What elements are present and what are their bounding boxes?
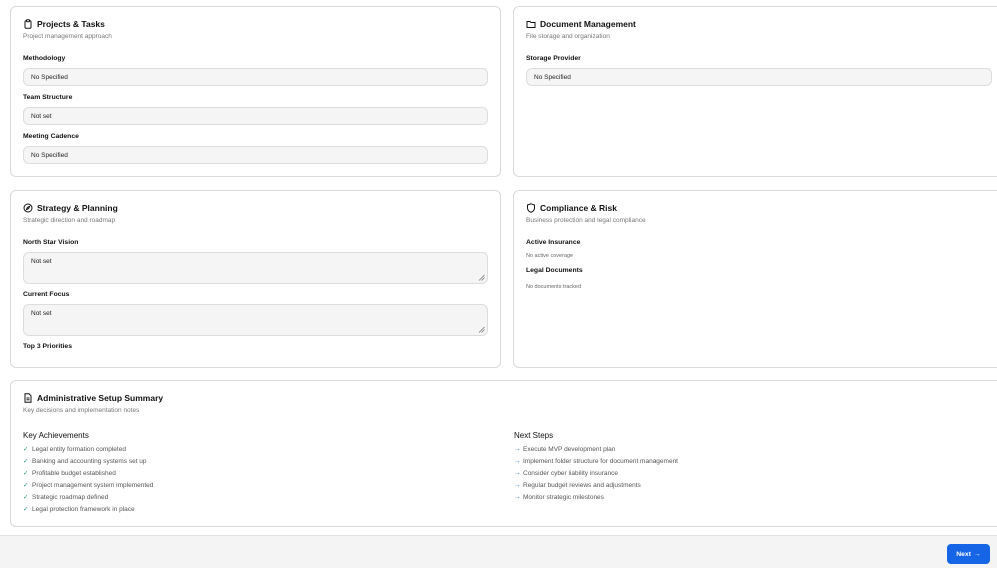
setup-summary-subtitle: Key decisions and implementation notes	[23, 407, 140, 414]
next-button-label: Next	[956, 550, 971, 558]
arrow-right-icon: →	[514, 445, 521, 453]
arrow-right-icon: →	[514, 457, 521, 465]
document-management-card: Document Management File storage and org…	[513, 6, 997, 177]
next-step-item: → Regular budget reviews and adjustments	[514, 479, 678, 491]
legal-documents-label: Legal Documents	[526, 267, 583, 274]
next-step-text: Monitor strategic milestones	[523, 493, 604, 501]
achievement-text: Legal entity formation completed	[32, 445, 126, 453]
achievement-item: ✓ Legal entity formation completed	[23, 443, 153, 455]
meeting-cadence-label: Meeting Cadence	[23, 133, 79, 140]
north-star-vision-textarea[interactable]: Not set	[23, 252, 488, 284]
north-star-vision-label: North Star Vision	[23, 239, 79, 246]
arrow-right-icon: →	[973, 550, 981, 558]
strategy-planning-subtitle: Strategic direction and roadmap	[23, 217, 116, 224]
achievement-text: Project management system implemented	[32, 481, 154, 489]
setup-summary-header: Administrative Setup Summary	[23, 393, 163, 403]
setup-summary-card: Administrative Setup Summary Key decisio…	[10, 380, 997, 527]
active-insurance-label: Active Insurance	[526, 239, 581, 246]
check-icon: ✓	[23, 506, 29, 513]
achievement-text: Profitable budget established	[32, 469, 116, 477]
setup-summary-title: Administrative Setup Summary	[37, 393, 164, 403]
achievement-item: ✓ Project management system implemented	[23, 479, 153, 491]
document-management-subtitle: File storage and organization	[526, 33, 610, 40]
compliance-risk-subtitle: Business protection and legal compliance	[526, 217, 646, 224]
check-icon: ✓	[23, 458, 29, 465]
next-button[interactable]: Next →	[947, 544, 990, 564]
storage-provider-field[interactable]: No Specified	[526, 68, 992, 86]
next-step-text: Regular budget reviews and adjustments	[523, 481, 641, 489]
compliance-risk-card: Compliance & Risk Business protection an…	[513, 190, 997, 368]
document-icon	[24, 393, 32, 403]
folder-icon	[526, 21, 536, 28]
next-step-item: → Monitor strategic milestones	[514, 491, 678, 503]
team-structure-field[interactable]: Not set	[23, 107, 488, 125]
top-priorities-label: Top 3 Priorities	[23, 343, 72, 350]
compliance-risk-header: Compliance & Risk	[526, 203, 617, 213]
north-star-vision-value: Not set	[31, 258, 52, 265]
document-management-title: Document Management	[540, 19, 636, 29]
next-steps-heading: Next Steps	[514, 431, 554, 440]
document-management-header: Document Management	[526, 19, 636, 29]
team-structure-label: Team Structure	[23, 94, 73, 101]
next-step-item: → Implement folder structure for document…	[514, 455, 678, 467]
arrow-right-icon: →	[514, 493, 521, 501]
achievement-item: ✓ Legal protection framework in place	[23, 503, 153, 515]
resize-handle-icon[interactable]	[478, 326, 485, 333]
strategy-planning-title: Strategy & Planning	[37, 203, 118, 213]
current-focus-textarea[interactable]: Not set	[23, 304, 488, 336]
achievement-item: ✓ Profitable budget established	[23, 467, 153, 479]
next-step-text: Execute MVP development plan	[523, 445, 616, 453]
next-step-item: → Execute MVP development plan	[514, 443, 678, 455]
achievement-text: Banking and accounting systems set up	[32, 457, 147, 465]
projects-tasks-header: Projects & Tasks	[23, 19, 105, 29]
check-icon: ✓	[23, 494, 29, 501]
resize-handle-icon[interactable]	[478, 274, 485, 281]
key-achievements-list: ✓ Legal entity formation completed ✓ Banki…	[23, 443, 153, 515]
achievement-item: ✓ Strategic roadmap defined	[23, 491, 153, 503]
current-focus-value: Not set	[31, 310, 52, 317]
legal-documents-value: No documents tracked	[526, 284, 582, 290]
methodology-label: Methodology	[23, 55, 66, 62]
check-icon: ✓	[23, 482, 29, 489]
compass-icon	[23, 203, 33, 213]
current-focus-label: Current Focus	[23, 291, 70, 298]
strategy-planning-card: Strategy & Planning Strategic direction …	[10, 190, 501, 368]
next-step-text: Implement folder structure for document …	[523, 457, 678, 465]
meeting-cadence-field[interactable]: No Specified	[23, 146, 488, 164]
next-steps-list: → Execute MVP development plan → Implement…	[514, 443, 678, 503]
compliance-risk-title: Compliance & Risk	[540, 203, 617, 213]
next-step-text: Consider cyber liability insurance	[523, 469, 619, 477]
arrow-right-icon: →	[514, 469, 521, 477]
active-insurance-value: No active coverage	[526, 253, 574, 259]
arrow-right-icon: →	[514, 481, 521, 489]
achievement-text: Strategic roadmap defined	[32, 493, 109, 501]
storage-provider-label: Storage Provider	[526, 55, 581, 62]
clipboard-icon	[24, 19, 32, 29]
check-icon: ✓	[23, 446, 29, 453]
projects-tasks-subtitle: Project management approach	[23, 33, 112, 40]
check-icon: ✓	[23, 470, 29, 477]
strategy-planning-header: Strategy & Planning	[23, 203, 118, 213]
projects-tasks-title: Projects & Tasks	[37, 19, 105, 29]
projects-tasks-card: Projects & Tasks Project management appr…	[10, 6, 501, 177]
shield-icon	[527, 203, 535, 213]
methodology-field[interactable]: No Specified	[23, 68, 488, 86]
next-step-item: → Consider cyber liability insurance	[514, 467, 678, 479]
key-achievements-heading: Key Achievements	[23, 431, 89, 440]
footer-bar	[0, 535, 997, 568]
achievement-item: ✓ Banking and accounting systems set up	[23, 455, 153, 467]
achievement-text: Legal protection framework in place	[32, 505, 135, 513]
